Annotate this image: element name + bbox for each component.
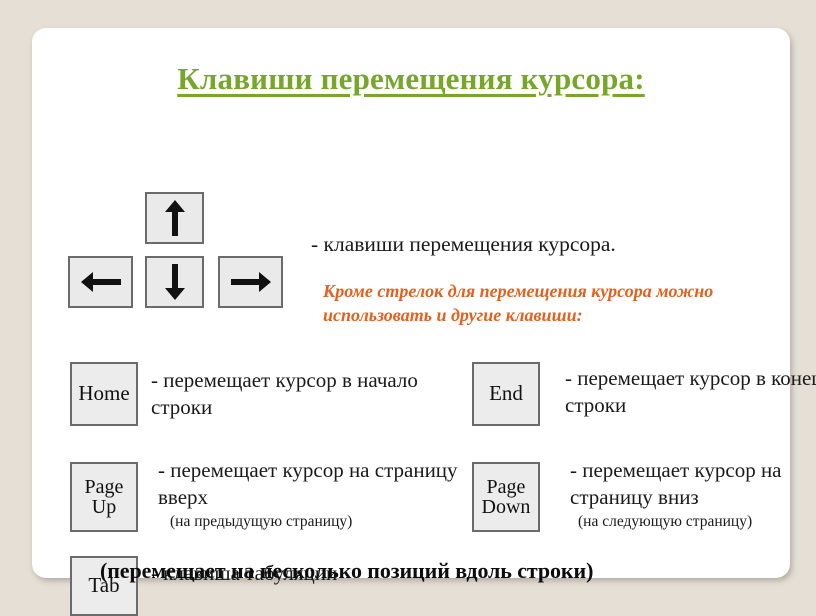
key-home[interactable]: Home xyxy=(70,362,138,426)
slide-card: Клавиши перемещения курсора: - клавиши п… xyxy=(32,28,816,616)
key-page-down[interactable]: Page Down xyxy=(472,462,540,532)
key-page-up-subnote: (на предыдущую страницу) xyxy=(170,512,353,530)
key-arrow-left[interactable] xyxy=(68,256,133,308)
key-page-down-description: - перемещает курсор на страницу вниз (на… xyxy=(570,457,816,532)
other-keys-note: Кроме стрелок для перемещения курсора мо… xyxy=(323,281,714,325)
arrow-left-icon xyxy=(80,271,122,293)
key-arrow-right[interactable] xyxy=(218,256,283,308)
key-arrow-up[interactable] xyxy=(145,192,204,244)
key-end-description: - перемещает курсор в конец строки xyxy=(565,366,816,417)
arrow-down-icon xyxy=(164,263,186,301)
key-arrow-down[interactable] xyxy=(145,256,204,308)
key-end-label: End xyxy=(489,381,523,406)
key-home-description: - перемещает курсор в начало строки xyxy=(151,368,418,419)
arrow-right-icon xyxy=(230,271,272,293)
arrow-up-icon xyxy=(164,199,186,237)
key-page-up-description-main: - перемещает курсор на страницу вверх xyxy=(158,458,458,509)
key-page-down-subnote: (на следующую страницу) xyxy=(578,512,753,530)
key-page-down-description-main: - перемещает курсор на страницу вниз xyxy=(570,458,782,509)
page-title: Клавиши перемещения курсора: xyxy=(177,61,645,96)
footer-note: (перемещает на несколько позиций вдоль с… xyxy=(100,558,594,583)
arrow-keys-description: - клавиши перемещения курсора. xyxy=(311,232,616,256)
key-home-label: Home xyxy=(78,381,130,406)
key-page-down-label: Page Down xyxy=(481,475,531,518)
key-page-up-label: Page Up xyxy=(84,475,124,518)
key-page-up-description: - перемещает курсор на страницу вверх (н… xyxy=(158,457,458,532)
key-page-up[interactable]: Page Up xyxy=(70,462,138,532)
key-end[interactable]: End xyxy=(472,362,540,426)
